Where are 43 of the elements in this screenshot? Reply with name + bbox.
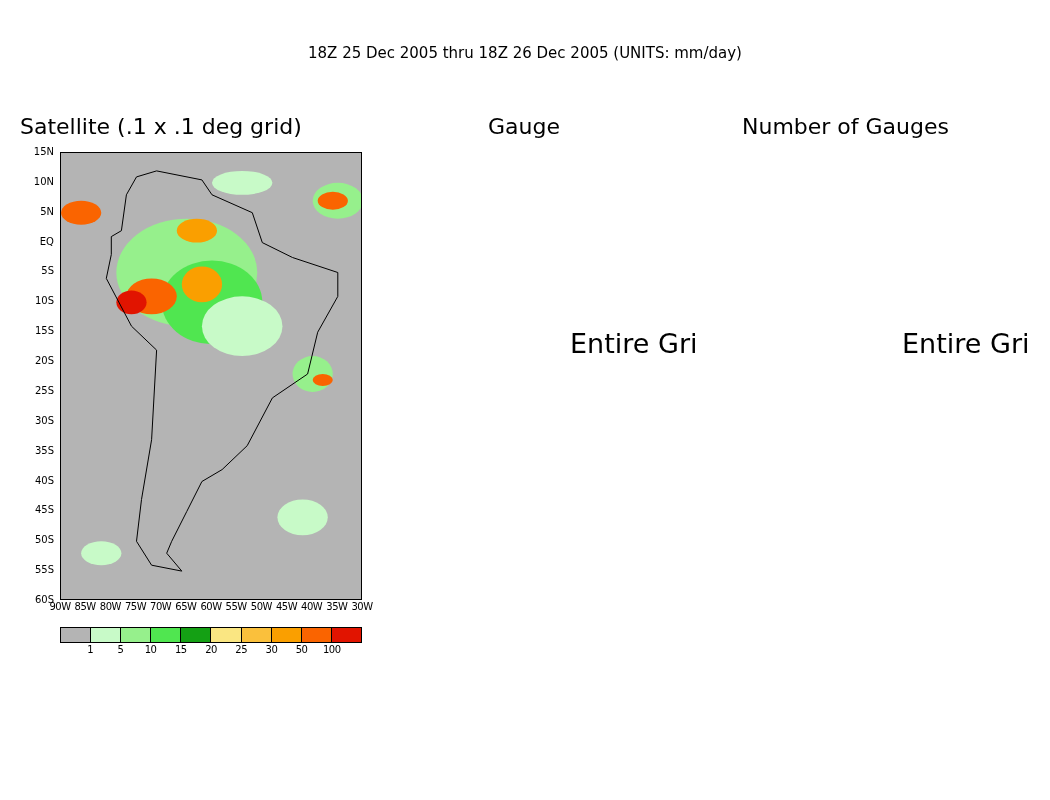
latitude-label: 25S: [34, 385, 54, 396]
latitude-label: 45S: [34, 505, 54, 516]
longitude-label: 85W: [74, 602, 96, 612]
legend-label: 1: [87, 645, 94, 655]
legend-label: 100: [323, 645, 341, 655]
latitude-label: 55S: [34, 565, 54, 576]
legend-label: 50: [295, 645, 308, 655]
latitude-label: 35S: [34, 445, 54, 456]
panel-title: Satellite (.1 x .1 deg grid): [20, 113, 303, 141]
longitude-label: 60W: [200, 602, 222, 612]
longitude-label: 90W: [49, 602, 71, 612]
panel-message: Entire Gri: [570, 328, 699, 359]
legend-label: 10: [144, 645, 157, 655]
legend-label: 30: [265, 645, 278, 655]
panel-title: Gauge: [488, 113, 561, 141]
latitude-label: 10S: [34, 296, 54, 307]
legend-label: 25: [235, 645, 248, 655]
panel-message: Entire Gri: [902, 328, 1031, 359]
longitude-label: 35W: [326, 602, 348, 612]
latitude-label: 10N: [33, 176, 54, 187]
longitude-label: 55W: [225, 602, 247, 612]
latitude-label: 40S: [34, 475, 54, 486]
latitude-label: 5N: [40, 206, 54, 217]
longitude-label: 30W: [351, 602, 373, 612]
latitude-label: 5S: [41, 266, 54, 277]
latitude-label: 20S: [34, 356, 54, 367]
plot-header: 18Z 25 Dec 2005 thru 18Z 26 Dec 2005 (UNITS: mm/day): [307, 43, 743, 64]
legend-label: 5: [117, 645, 124, 655]
longitude-label: 80W: [99, 602, 121, 612]
latitude-label: 50S: [34, 535, 54, 546]
longitude-label: 75W: [124, 602, 147, 612]
legend-label: 15: [174, 645, 187, 655]
longitude-label: 40W: [301, 602, 323, 612]
legend-label: 20: [205, 645, 217, 655]
longitude-label: 65W: [175, 602, 197, 612]
longitude-label: 45W: [275, 602, 298, 612]
latitude-label: 30S: [34, 415, 54, 426]
longitude-label: 50W: [250, 602, 272, 612]
latitude-label: 15N: [33, 147, 54, 157]
longitude-label: 70W: [150, 602, 172, 612]
latitude-label: 15S: [34, 326, 54, 337]
latitude-label: EQ: [39, 236, 54, 247]
panel-title: Number of Gauges: [742, 113, 950, 141]
